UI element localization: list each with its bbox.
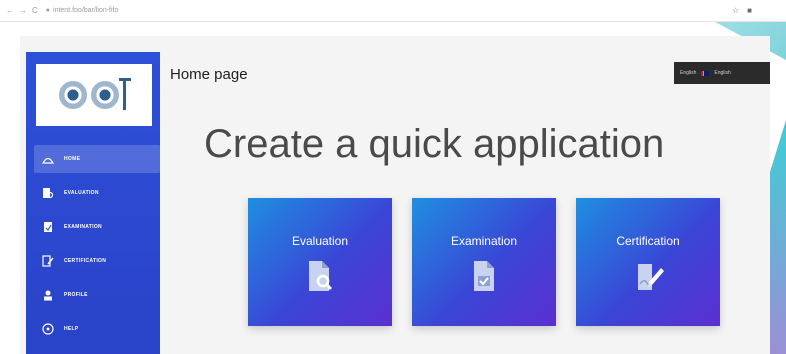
language-label: English [680,70,697,76]
sidebar-item-profile[interactable]: PROFILE [34,281,160,309]
evaluation-icon [42,187,54,199]
sidebar-item-evaluation[interactable]: EVALUATION [34,179,160,207]
card-label: Certification [616,234,680,248]
sidebar-item-label: HOME [64,156,81,162]
uk-flag-icon [701,70,710,76]
sidebar-item-label: HELP [64,326,79,332]
sidebar-item-examination[interactable]: EXAMINATION [34,213,160,241]
address-bar[interactable]: ● intent.foo/bar/lion-fifo [46,7,119,14]
sidebar-item-home[interactable]: HOME [34,145,160,173]
app-window: HOME EVALUATION EXAMINATION CERTIFICATIO… [20,36,770,354]
sidebar-item-certification[interactable]: CERTIFICATION [34,247,160,275]
examination-icon [42,221,54,233]
language-label-secondary: English [714,70,731,76]
extensions-icon[interactable]: ■ [747,6,752,15]
reload-icon[interactable]: C [32,6,38,15]
sidebar-item-label: CERTIFICATION [64,258,107,264]
card-examination[interactable]: Examination [412,198,556,326]
logo[interactable] [36,64,152,126]
back-icon[interactable]: ← [6,6,14,15]
sidebar-item-help[interactable]: HELP [34,315,160,343]
lock-icon: ● [45,7,51,14]
card-certification[interactable]: Certification [576,198,720,326]
quick-application-cards: Evaluation Examination Certification [248,198,720,326]
certification-icon [42,255,54,267]
card-label: Evaluation [291,234,349,248]
browser-actions: ☆ ■ [732,6,752,15]
address-text: intent.foo/bar/lion-fifo [53,7,119,14]
sidebar-item-label: PROFILE [64,292,88,298]
star-icon[interactable]: ☆ [732,6,739,15]
logo-ring-left [59,81,87,109]
page-title: Home page [170,66,248,83]
headline: Create a quick application [204,122,665,166]
forward-icon[interactable]: → [19,6,27,15]
card-label: Examination [450,234,518,248]
logo-pin [119,78,131,110]
profile-icon [42,289,54,301]
sidebar-item-label: EVALUATION [64,190,99,196]
document-search-icon [307,260,333,292]
browser-nav: ← → C [6,6,38,15]
sidebar-item-label: EXAMINATION [64,224,102,230]
language-selector[interactable]: English English [674,62,770,84]
home-icon [42,153,54,165]
document-check-icon [471,260,497,292]
card-evaluation[interactable]: Evaluation [248,198,392,326]
sidebar: HOME EVALUATION EXAMINATION CERTIFICATIO… [26,52,160,354]
logo-ring-right [91,81,119,109]
browser-toolbar: ← → C ● intent.foo/bar/lion-fifo ☆ ■ [0,0,786,22]
document-sign-icon [635,260,664,292]
help-icon [42,323,54,335]
sidebar-nav: HOME EVALUATION EXAMINATION CERTIFICATIO… [34,145,160,349]
